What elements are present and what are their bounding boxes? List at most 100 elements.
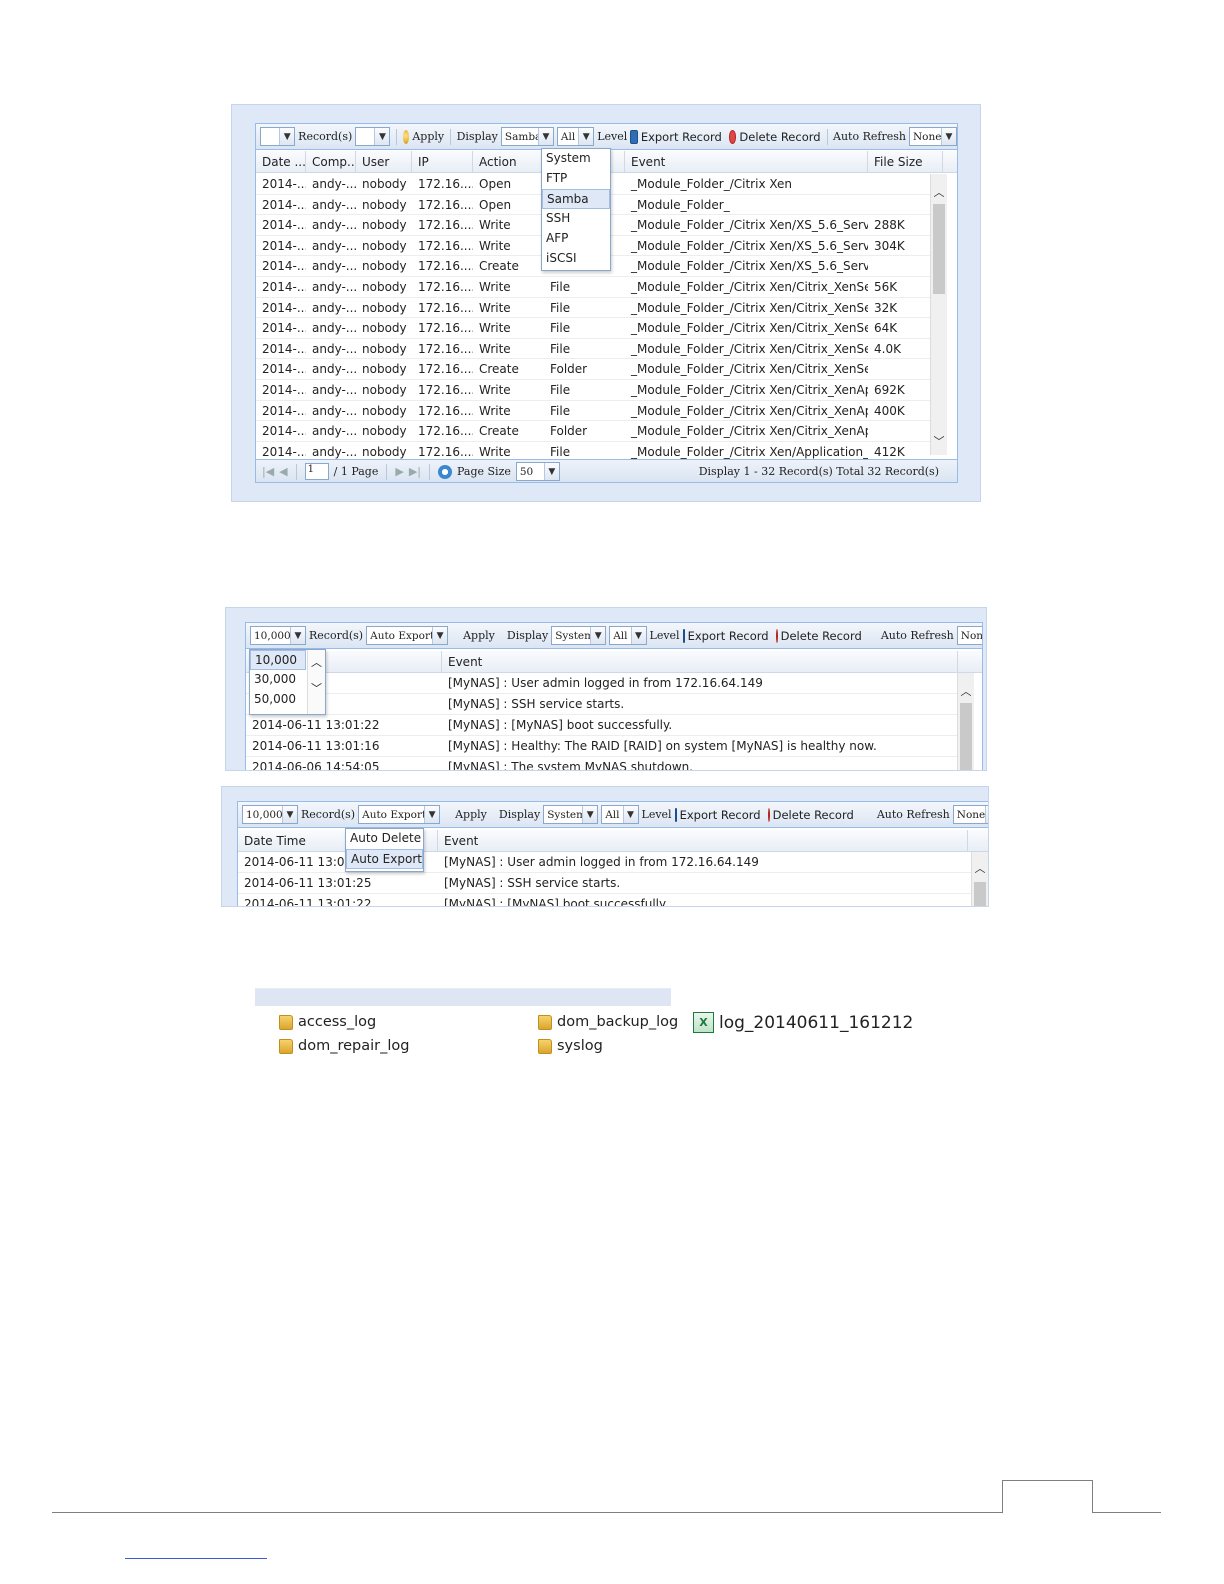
table-row[interactable]: 3:01:25[MyNAS] : SSH service starts. xyxy=(246,694,958,715)
dropdown-option[interactable]: iSCSI xyxy=(542,249,610,269)
table-row[interactable]: 3:07:34[MyNAS] : User admin logged in fr… xyxy=(246,673,958,694)
vertical-scrollbar[interactable]: ︿ xyxy=(971,852,988,906)
table-row[interactable]: 2014-... andy-... nobody 172.16.... Write Fil… xyxy=(256,277,946,298)
export-record-button[interactable]: Export Record xyxy=(688,629,769,643)
chevron-down-icon[interactable]: ▼ xyxy=(622,806,638,823)
dropdown-option[interactable]: SSH xyxy=(542,209,610,229)
export-record-button[interactable]: Export Record xyxy=(680,808,761,822)
table-row[interactable]: 2014-... andy-... nobody 172.16.... Write Fil… xyxy=(256,400,946,422)
auto-action-dropdown-list[interactable]: Auto Delete Auto Export xyxy=(345,828,424,872)
chevron-down-icon[interactable]: ▼ xyxy=(537,128,553,145)
chevron-up-icon[interactable]: ︿ xyxy=(308,654,325,670)
export-icon[interactable] xyxy=(682,628,685,643)
column-header-computer[interactable]: Comp... xyxy=(306,151,356,172)
table-row[interactable]: 2014-... andy-... nobody 172.16.... Write Fil… xyxy=(256,338,946,360)
folder-item[interactable]: dom_backup_log xyxy=(538,1014,678,1030)
folder-item[interactable]: dom_repair_log xyxy=(279,1038,409,1054)
delete-record-button[interactable]: Delete Record xyxy=(773,808,854,822)
apply-button[interactable]: Apply xyxy=(455,808,487,821)
last-page-icon[interactable]: ▶| xyxy=(409,465,421,478)
display-combo[interactable]: System▼ xyxy=(551,626,607,645)
vertical-scrollbar[interactable]: ︿ xyxy=(957,673,974,770)
table-row[interactable]: 2014-... andy-... nobody 172.16.... Write Fil… xyxy=(256,297,946,319)
table-row[interactable]: 2014-... andy-... nobody 172.16.... Create Fo… xyxy=(256,359,946,380)
page-size-combo[interactable]: 50 ▼ xyxy=(515,462,560,481)
dropdown-option[interactable]: 50,000 xyxy=(250,690,306,710)
column-header-ip[interactable]: IP xyxy=(412,151,473,172)
apply-icon[interactable] xyxy=(402,129,410,144)
chevron-down-icon[interactable]: ▼ xyxy=(282,806,297,823)
chevron-down-icon[interactable]: ▼ xyxy=(590,627,606,644)
apply-button[interactable]: Apply xyxy=(412,130,444,143)
table-row[interactable]: 2014-06-11 13:01:22 [MyNAS] : [MyNAS] boo… xyxy=(246,715,958,736)
chevron-down-icon[interactable]: ▼ xyxy=(582,806,598,823)
auto-refresh-combo[interactable]: None▼ xyxy=(956,626,982,645)
column-header-date[interactable]: Date ... xyxy=(256,151,306,172)
export-record-button[interactable]: Export Record xyxy=(641,130,722,144)
auto-action-combo[interactable]: Auto Export ▼ xyxy=(366,626,449,645)
column-header-file-size[interactable]: File Size xyxy=(868,151,943,172)
records-count-combo[interactable]: 10,000 ▼ xyxy=(250,626,306,645)
column-header-event[interactable]: Event xyxy=(625,151,868,172)
prev-page-icon[interactable]: ◀ xyxy=(279,465,287,478)
delete-record-button[interactable]: Delete Record xyxy=(781,629,862,643)
scrollbar-thumb[interactable] xyxy=(933,204,945,294)
dropdown-option[interactable]: Samba xyxy=(542,189,610,209)
dropdown-option[interactable]: AFP xyxy=(542,229,610,249)
level-combo[interactable]: All ▼ xyxy=(601,805,639,824)
chevron-down-icon[interactable]: ▼ xyxy=(279,128,295,145)
chevron-down-icon[interactable]: ▼ xyxy=(984,806,988,823)
file-item[interactable]: X log_20140611_161212 xyxy=(693,1012,913,1033)
column-header-event[interactable]: Event xyxy=(438,830,968,851)
export-icon[interactable] xyxy=(630,129,638,144)
level-combo[interactable]: All ▼ xyxy=(609,626,647,645)
delete-icon[interactable] xyxy=(767,807,770,822)
footer-link-underline[interactable] xyxy=(125,1558,267,1559)
auto-refresh-combo[interactable]: None▼ xyxy=(908,127,957,146)
dropdown-option[interactable]: System xyxy=(542,149,610,169)
dropdown-option[interactable]: FTP xyxy=(542,169,610,189)
table-row[interactable]: 2014-... andy-... nobody 172.16.... Create Fo… xyxy=(256,421,946,442)
table-row[interactable]: 2014-06-11 13:01:22 [MyNAS] : [MyNAS] boo… xyxy=(238,894,978,906)
chevron-down-icon[interactable]: ▼ xyxy=(432,627,448,644)
dropdown-option[interactable]: 10,000 xyxy=(250,650,306,670)
table-row[interactable]: 2014-06-11 13:01:16 [MyNAS] : Healthy: Th… xyxy=(246,736,958,757)
folder-item[interactable]: access_log xyxy=(279,1014,376,1030)
display-dropdown-list[interactable]: System FTP Samba SSH AFP iSCSI xyxy=(541,148,611,271)
column-header-action[interactable]: Action xyxy=(473,151,544,172)
delete-icon[interactable] xyxy=(775,628,778,643)
export-icon[interactable] xyxy=(674,807,677,822)
dropdown-option[interactable]: Auto Delete xyxy=(346,829,423,849)
chevron-down-icon[interactable]: ▼ xyxy=(374,128,390,145)
page-number-input[interactable]: 1 xyxy=(304,463,329,480)
delete-record-button[interactable]: Delete Record xyxy=(739,130,820,144)
records-dropdown-list[interactable]: 10,000 30,000 50,000 ︿ ﹀ xyxy=(249,649,326,715)
auto-action-combo[interactable]: ▼ xyxy=(355,127,391,146)
scrollbar-thumb[interactable] xyxy=(960,703,972,770)
chevron-down-icon[interactable]: ▼ xyxy=(424,806,440,823)
folder-item[interactable]: syslog xyxy=(538,1038,603,1054)
table-row[interactable]: 2014-06-11 13:01:25 [MyNAS] : SSH service… xyxy=(238,873,978,894)
chevron-down-icon[interactable]: ▼ xyxy=(578,128,594,145)
dropdown-option[interactable]: 30,000 xyxy=(250,670,306,690)
auto-refresh-combo[interactable]: None▼ xyxy=(952,805,988,824)
first-page-icon[interactable]: |◀ xyxy=(262,465,274,478)
dropdown-scrollbar[interactable]: ︿ ﹀ xyxy=(307,650,325,714)
records-count-combo[interactable]: ▼ xyxy=(260,127,296,146)
level-combo[interactable]: All ▼ xyxy=(556,127,595,146)
chevron-up-icon[interactable]: ︿ xyxy=(931,184,947,200)
chevron-down-icon[interactable]: ▼ xyxy=(543,463,559,480)
chevron-down-icon[interactable]: ▼ xyxy=(940,128,956,145)
column-header-event[interactable]: Event xyxy=(442,651,958,672)
chevron-down-icon[interactable]: ﹀ xyxy=(931,433,947,449)
dropdown-option[interactable]: Auto Export xyxy=(346,849,423,869)
display-combo[interactable]: System▼ xyxy=(543,805,599,824)
column-header-user[interactable]: User xyxy=(356,151,412,172)
auto-action-combo[interactable]: Auto Export ▼ xyxy=(358,805,441,824)
chevron-down-icon[interactable]: ▼ xyxy=(290,627,305,644)
chevron-down-icon[interactable]: ▼ xyxy=(630,627,646,644)
apply-button[interactable]: Apply xyxy=(463,629,495,642)
next-page-icon[interactable]: ▶ xyxy=(395,465,403,478)
vertical-scrollbar[interactable]: ︿ ﹀ xyxy=(930,174,947,455)
table-row[interactable]: 2014-06-06 14:54:05 [MyNAS] : The system … xyxy=(246,757,958,770)
